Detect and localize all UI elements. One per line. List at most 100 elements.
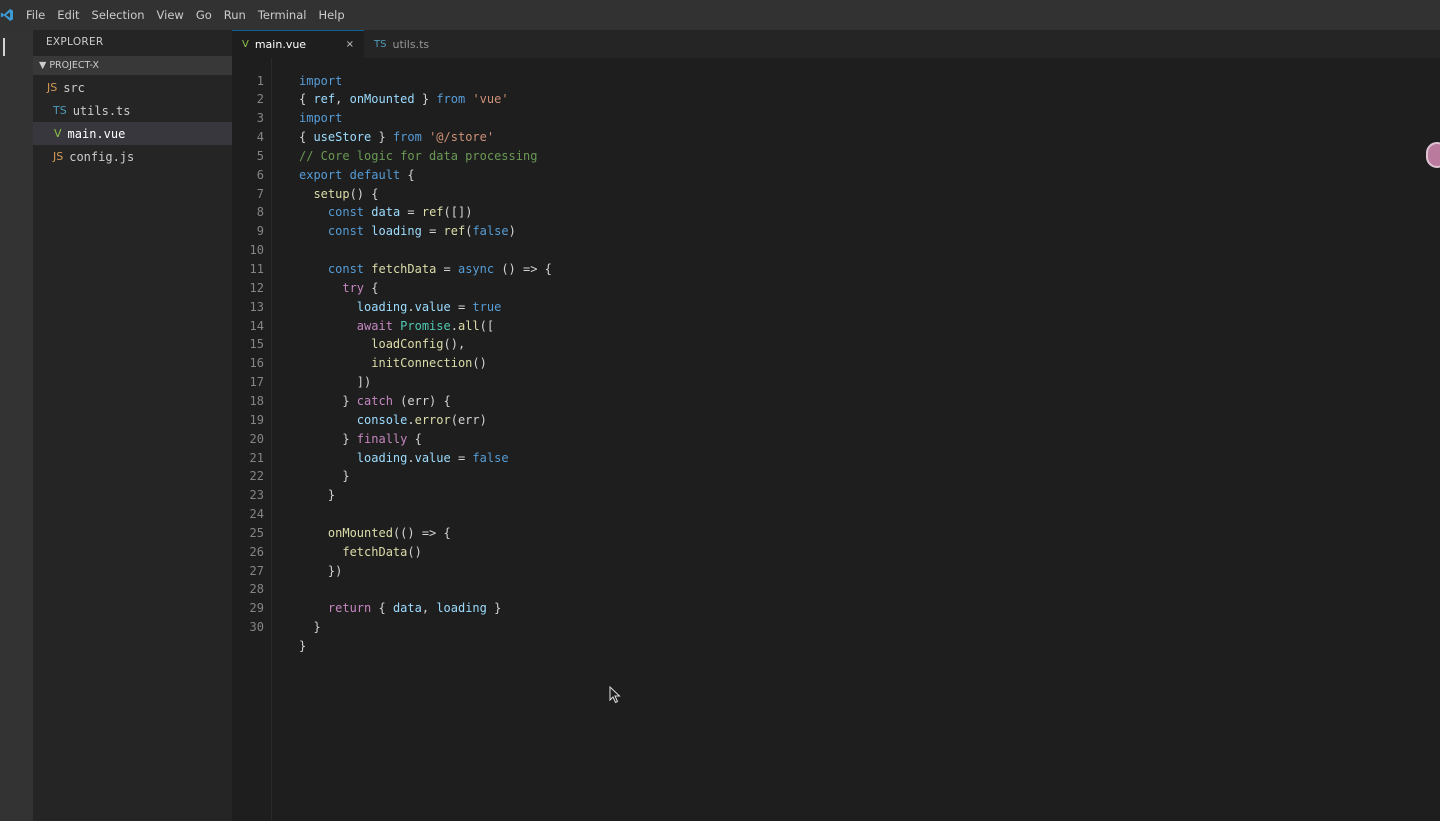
code-token: ,: [335, 92, 350, 107]
line-number: 3: [256, 111, 264, 126]
code-token: }: [299, 431, 357, 446]
menu-help[interactable]: Help: [312, 0, 350, 30]
line-number: 28: [249, 582, 264, 597]
code-token: true: [472, 299, 502, 314]
js-file-icon: JS: [47, 81, 58, 94]
line-number: 16: [249, 356, 264, 371]
code-line: } finally {: [299, 430, 422, 449]
line-number-gutter: 1 2 3 4 5 6 7 8 9 10 11 12 13 14 15 16 17 18 19 20 21 22 23 24 2…: [232, 58, 272, 821]
project-section-header[interactable]: ▼ PROJECT-X: [33, 56, 232, 75]
code-token: .: [407, 299, 415, 314]
code-token: import: [299, 73, 343, 88]
tree-item-utils-ts[interactable]: TS utils.ts: [33, 99, 232, 122]
tab-utils-ts[interactable]: TS utils.ts: [364, 30, 439, 58]
code-line: } catch (err) {: [299, 392, 450, 411]
code-token: {: [400, 167, 415, 182]
vue-file-icon: V: [54, 127, 62, 140]
menu-run[interactable]: Run: [218, 0, 252, 30]
code-token: default: [349, 167, 401, 182]
line-number: 12: [249, 280, 264, 295]
chevron-down-icon: ▼: [39, 60, 47, 71]
vue-file-icon: V: [242, 39, 249, 50]
line-number: 26: [249, 544, 264, 559]
code-token: }: [414, 92, 437, 107]
code-token: ([]): [443, 205, 473, 220]
code-token: ): [508, 224, 516, 239]
code-token: from: [392, 130, 422, 145]
floating-avatar-bubble[interactable]: [1426, 142, 1440, 168]
close-icon[interactable]: ×: [346, 39, 354, 50]
code-line: fetchData(): [299, 543, 422, 562]
editor-tab-bar: V main.vue × TS utils.ts: [232, 30, 1440, 58]
menu-terminal[interactable]: Terminal: [252, 0, 313, 30]
explorer-activity-indicator[interactable]: [3, 38, 5, 56]
line-number: 19: [249, 412, 264, 427]
code-token: (): [472, 356, 487, 371]
tree-item-main-vue[interactable]: V main.vue: [33, 122, 232, 145]
code-token: }): [299, 563, 343, 578]
line-number: 4: [256, 130, 264, 145]
code-line: // Core logic for data processing: [299, 147, 537, 166]
code-editor[interactable]: 1 2 3 4 5 6 7 8 9 10 11 12 13 14 15 16 17 18 19 20 21 22 23 24 2…: [232, 58, 1440, 821]
code-token: fetchData: [371, 262, 437, 276]
line-number: 13: [249, 299, 264, 314]
code-token: {: [371, 601, 393, 616]
code-token: (): [407, 544, 422, 559]
code-token: =: [436, 262, 458, 276]
tree-item-config-js[interactable]: JS config.js: [33, 145, 232, 168]
line-number: 9: [256, 224, 264, 239]
tree-item-label: src: [63, 80, 85, 95]
menu-selection[interactable]: Selection: [86, 0, 151, 30]
tab-main-vue[interactable]: V main.vue ×: [232, 30, 364, 58]
code-token: false: [472, 450, 509, 465]
code-token: data: [371, 205, 401, 220]
code-token: useStore: [313, 130, 372, 145]
code-token: () {: [349, 186, 379, 201]
menu-bar: File Edit Selection View Go Run Terminal…: [0, 0, 1440, 30]
code-token: }: [486, 601, 502, 616]
tree-item-src[interactable]: JS src: [33, 76, 232, 99]
code-token: 'vue': [472, 92, 509, 107]
code-line: }: [299, 618, 320, 637]
code-line: try {: [299, 279, 378, 298]
menu-go[interactable]: Go: [190, 0, 218, 30]
line-number: 20: [249, 431, 264, 446]
code-token: ([: [479, 318, 495, 333]
code-token: initConnection: [371, 356, 473, 371]
code-token: loading: [371, 224, 422, 239]
code-token: loading: [356, 299, 408, 314]
code-token: {: [407, 431, 422, 446]
code-token: loading: [436, 601, 487, 616]
code-token: }: [371, 130, 393, 145]
menu-view[interactable]: View: [151, 0, 190, 30]
code-line: initConnection(): [299, 354, 487, 373]
code-token: (err): [450, 412, 487, 427]
menu-file[interactable]: File: [20, 0, 51, 30]
line-number: 23: [249, 488, 264, 503]
code-token: async: [457, 262, 495, 276]
code-token: import: [299, 111, 343, 126]
tab-label: main.vue: [254, 38, 307, 51]
line-number: 22: [249, 469, 264, 484]
code-line: console.error(err): [299, 411, 487, 430]
code-token: catch: [356, 393, 393, 408]
menu-edit[interactable]: Edit: [51, 0, 85, 30]
code-token: =: [421, 224, 444, 239]
code-line: loading.value = true: [299, 298, 502, 317]
code-token: .: [407, 450, 415, 465]
line-number: 25: [249, 525, 264, 540]
line-number: 17: [249, 375, 264, 390]
code-token: value: [414, 450, 451, 465]
code-token: await: [356, 318, 393, 333]
code-token: (() => {: [392, 525, 451, 540]
ts-file-icon: TS: [53, 104, 67, 117]
code-line: return { data, loading }: [299, 599, 501, 618]
line-number: 27: [249, 563, 264, 578]
